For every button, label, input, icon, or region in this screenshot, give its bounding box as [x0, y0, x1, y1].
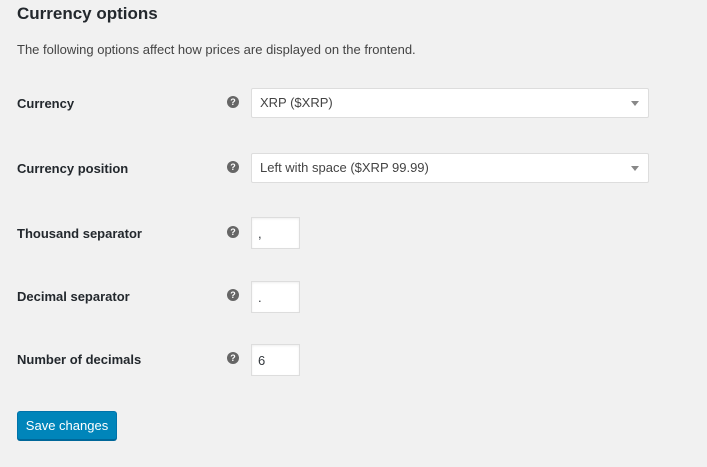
- number-of-decimals-input[interactable]: [251, 344, 300, 376]
- currency-label: Currency: [17, 96, 75, 111]
- dropdown-arrow-icon: [631, 101, 639, 106]
- decimal-separator-input[interactable]: [251, 281, 300, 313]
- decimal-separator-label: Decimal separator: [17, 289, 130, 304]
- currency-options-page: Currency options The following options a…: [0, 0, 707, 467]
- currency-select-value: XRP ($XRP): [260, 95, 333, 110]
- currency-select[interactable]: XRP ($XRP): [251, 88, 649, 118]
- currency-position-select[interactable]: Left with space ($XRP 99.99): [251, 153, 649, 183]
- help-icon[interactable]: ?: [227, 161, 239, 173]
- number-of-decimals-label: Number of decimals: [17, 352, 142, 367]
- help-icon[interactable]: ?: [227, 352, 239, 364]
- section-title: Currency options: [17, 4, 158, 23]
- help-icon[interactable]: ?: [227, 289, 239, 301]
- thousand-separator-input[interactable]: [251, 217, 300, 249]
- currency-position-label: Currency position: [17, 161, 129, 176]
- help-icon[interactable]: ?: [227, 96, 239, 108]
- help-icon[interactable]: ?: [227, 226, 239, 238]
- section-description: The following options affect how prices …: [17, 42, 416, 57]
- save-changes-button[interactable]: Save changes: [17, 411, 117, 440]
- currency-position-select-value: Left with space ($XRP 99.99): [260, 160, 429, 175]
- dropdown-arrow-icon: [631, 166, 639, 171]
- thousand-separator-label: Thousand separator: [17, 226, 142, 241]
